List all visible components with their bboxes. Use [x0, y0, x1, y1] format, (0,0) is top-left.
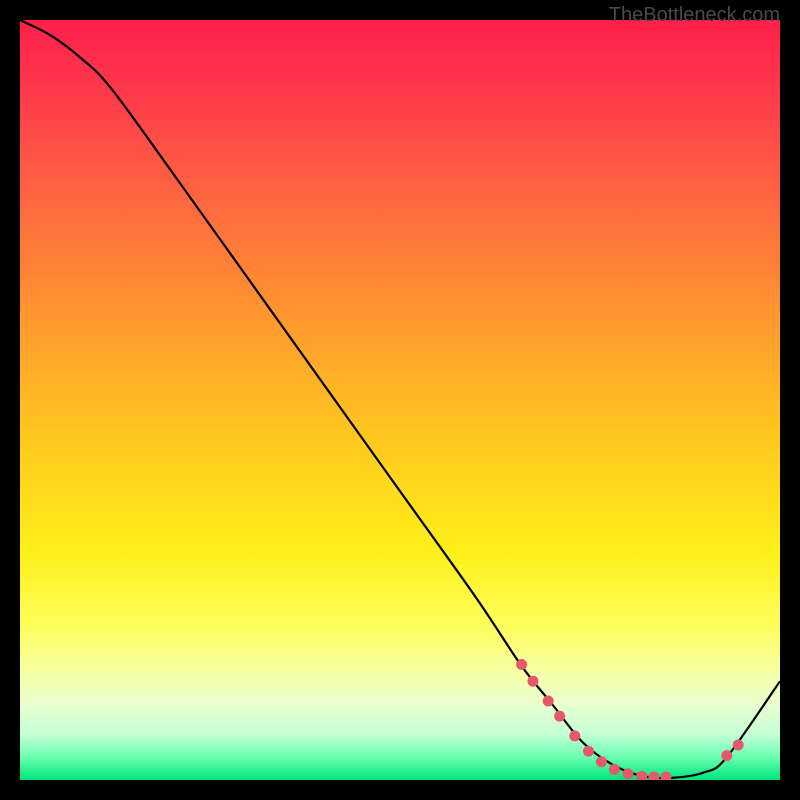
highlight-dot [569, 730, 580, 741]
highlight-dot [623, 768, 634, 779]
highlight-dot [648, 771, 659, 780]
highlight-markers [516, 659, 744, 780]
highlight-dot [733, 740, 744, 751]
bottleneck-curve [20, 20, 780, 778]
watermark-text: TheBottleneck.com [609, 4, 780, 27]
highlight-dot [721, 750, 732, 761]
highlight-dot [609, 764, 620, 775]
highlight-dot [543, 695, 554, 706]
highlight-dot [661, 771, 672, 780]
highlight-dot [554, 711, 565, 722]
highlight-dot [583, 746, 594, 757]
highlight-dot [636, 771, 647, 780]
highlight-dot [596, 756, 607, 767]
highlight-dot [516, 659, 527, 670]
chart-svg [20, 20, 780, 780]
highlight-dot [528, 676, 539, 687]
chart-plot-area [20, 20, 780, 780]
